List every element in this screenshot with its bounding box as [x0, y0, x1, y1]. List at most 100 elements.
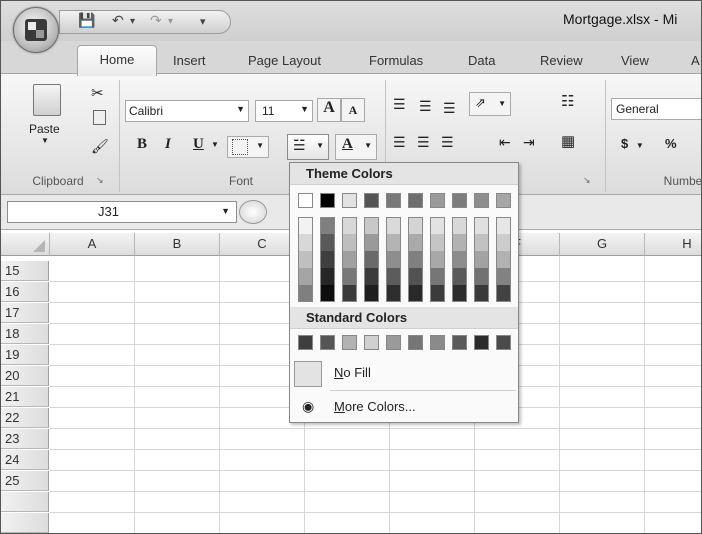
- standard-color-swatch[interactable]: [474, 335, 489, 350]
- standard-color-swatch[interactable]: [408, 335, 423, 350]
- row-header[interactable]: [1, 513, 49, 533]
- theme-color-swatch[interactable]: [386, 193, 401, 208]
- row-header[interactable]: 18: [1, 324, 49, 344]
- tab-view[interactable]: View: [621, 53, 649, 68]
- number-format-combo[interactable]: General: [611, 98, 701, 120]
- wrap-text-icon[interactable]: ☷: [561, 92, 574, 110]
- theme-color-swatch[interactable]: [342, 193, 357, 208]
- clipboard-launcher-icon[interactable]: ↘: [96, 175, 104, 186]
- office-button[interactable]: [13, 7, 59, 53]
- standard-color-swatch[interactable]: [430, 335, 445, 350]
- theme-shade-swatch[interactable]: [342, 234, 357, 251]
- tab-formulas[interactable]: Formulas: [369, 53, 423, 68]
- no-fill-item[interactable]: No Fill: [290, 358, 518, 388]
- theme-shade-swatch[interactable]: [408, 234, 423, 251]
- theme-shade-swatch[interactable]: [386, 234, 401, 251]
- theme-shade-swatch[interactable]: [430, 217, 445, 234]
- standard-color-swatch[interactable]: [386, 335, 401, 350]
- tab-data[interactable]: Data: [468, 53, 495, 68]
- align-middle-icon[interactable]: ☰: [419, 98, 432, 115]
- standard-color-swatch[interactable]: [452, 335, 467, 350]
- theme-color-swatch[interactable]: [474, 193, 489, 208]
- theme-shade-swatch[interactable]: [496, 251, 511, 268]
- theme-shade-swatch[interactable]: [452, 251, 467, 268]
- theme-shade-swatch[interactable]: [364, 217, 379, 234]
- row-header[interactable]: 23: [1, 429, 49, 449]
- theme-shade-swatch[interactable]: [342, 268, 357, 285]
- column-header-h[interactable]: H: [645, 233, 701, 256]
- theme-shade-swatch[interactable]: [408, 217, 423, 234]
- theme-shade-swatch[interactable]: [364, 251, 379, 268]
- decrease-indent-icon[interactable]: ⇤: [499, 134, 511, 151]
- theme-shade-swatch[interactable]: [298, 251, 313, 268]
- theme-shade-swatch[interactable]: [430, 268, 445, 285]
- more-colors-item[interactable]: ◉ More Colors...: [290, 392, 518, 422]
- theme-shade-swatch[interactable]: [298, 234, 313, 251]
- paste-button[interactable]: Paste ▼: [27, 82, 67, 145]
- theme-shade-swatch[interactable]: [408, 251, 423, 268]
- row-header[interactable]: 20: [1, 366, 49, 386]
- theme-shade-swatch[interactable]: [452, 217, 467, 234]
- alignment-launcher-icon[interactable]: ↘: [583, 175, 591, 186]
- theme-shade-swatch[interactable]: [320, 285, 335, 302]
- standard-color-swatch[interactable]: [342, 335, 357, 350]
- theme-shade-swatch[interactable]: [364, 268, 379, 285]
- theme-shade-swatch[interactable]: [364, 234, 379, 251]
- theme-shade-swatch[interactable]: [474, 234, 489, 251]
- formula-bar-handle[interactable]: [239, 200, 267, 224]
- font-name-combo[interactable]: Calibri ▼: [125, 100, 249, 122]
- theme-shade-swatch[interactable]: [386, 268, 401, 285]
- font-color-button[interactable]: A ▼: [335, 134, 377, 160]
- theme-color-swatch[interactable]: [408, 193, 423, 208]
- theme-shade-swatch[interactable]: [342, 285, 357, 302]
- borders-button[interactable]: ▼: [227, 136, 269, 158]
- merge-center-icon[interactable]: ▦: [561, 132, 575, 150]
- theme-shade-swatch[interactable]: [430, 234, 445, 251]
- theme-shade-swatch[interactable]: [408, 268, 423, 285]
- theme-shade-swatch[interactable]: [496, 285, 511, 302]
- percent-button[interactable]: %: [665, 136, 677, 151]
- tab-insert[interactable]: Insert: [173, 53, 206, 68]
- redo-icon[interactable]: ↷: [150, 12, 162, 29]
- theme-shade-swatch[interactable]: [474, 217, 489, 234]
- theme-shade-swatch[interactable]: [298, 217, 313, 234]
- row-header[interactable]: 22: [1, 408, 49, 428]
- theme-shade-swatch[interactable]: [320, 217, 335, 234]
- paste-dropdown-icon[interactable]: ▼: [41, 136, 49, 145]
- standard-color-swatch[interactable]: [320, 335, 335, 350]
- theme-shade-swatch[interactable]: [474, 251, 489, 268]
- tab-home[interactable]: Home: [77, 45, 157, 76]
- theme-shade-swatch[interactable]: [496, 217, 511, 234]
- theme-shade-swatch[interactable]: [320, 234, 335, 251]
- standard-color-swatch[interactable]: [496, 335, 511, 350]
- theme-color-swatch[interactable]: [430, 193, 445, 208]
- orientation-button[interactable]: ⇗ ▼: [469, 92, 511, 116]
- fill-color-button[interactable]: ☱ ▼: [287, 134, 329, 160]
- theme-shade-swatch[interactable]: [386, 251, 401, 268]
- row-header[interactable]: 19: [1, 345, 49, 365]
- theme-shade-swatch[interactable]: [298, 268, 313, 285]
- copy-icon[interactable]: [93, 110, 106, 125]
- standard-color-swatch[interactable]: [364, 335, 379, 350]
- column-header-a[interactable]: A: [50, 233, 135, 256]
- format-painter-icon[interactable]: 🖌: [91, 138, 109, 155]
- select-all-corner[interactable]: [1, 233, 50, 256]
- increase-indent-icon[interactable]: ⇥: [523, 134, 535, 151]
- align-bottom-icon[interactable]: ☰: [443, 100, 456, 117]
- column-header-g[interactable]: G: [560, 233, 645, 256]
- theme-color-swatch[interactable]: [298, 193, 313, 208]
- tab-review[interactable]: Review: [540, 53, 583, 68]
- align-top-icon[interactable]: ☰: [393, 96, 406, 113]
- align-center-icon[interactable]: ☰: [417, 134, 430, 151]
- align-left-icon[interactable]: ☰: [393, 134, 406, 151]
- row-header[interactable]: 21: [1, 387, 49, 407]
- theme-shade-swatch[interactable]: [452, 234, 467, 251]
- theme-color-swatch[interactable]: [496, 193, 511, 208]
- chevron-down-icon[interactable]: ▼: [221, 206, 230, 216]
- theme-shade-swatch[interactable]: [320, 268, 335, 285]
- theme-shade-swatch[interactable]: [298, 285, 313, 302]
- cut-icon[interactable]: ✂: [91, 84, 104, 102]
- theme-shade-swatch[interactable]: [320, 251, 335, 268]
- align-right-icon[interactable]: ☰: [441, 134, 454, 151]
- shrink-font-button[interactable]: A: [341, 98, 365, 122]
